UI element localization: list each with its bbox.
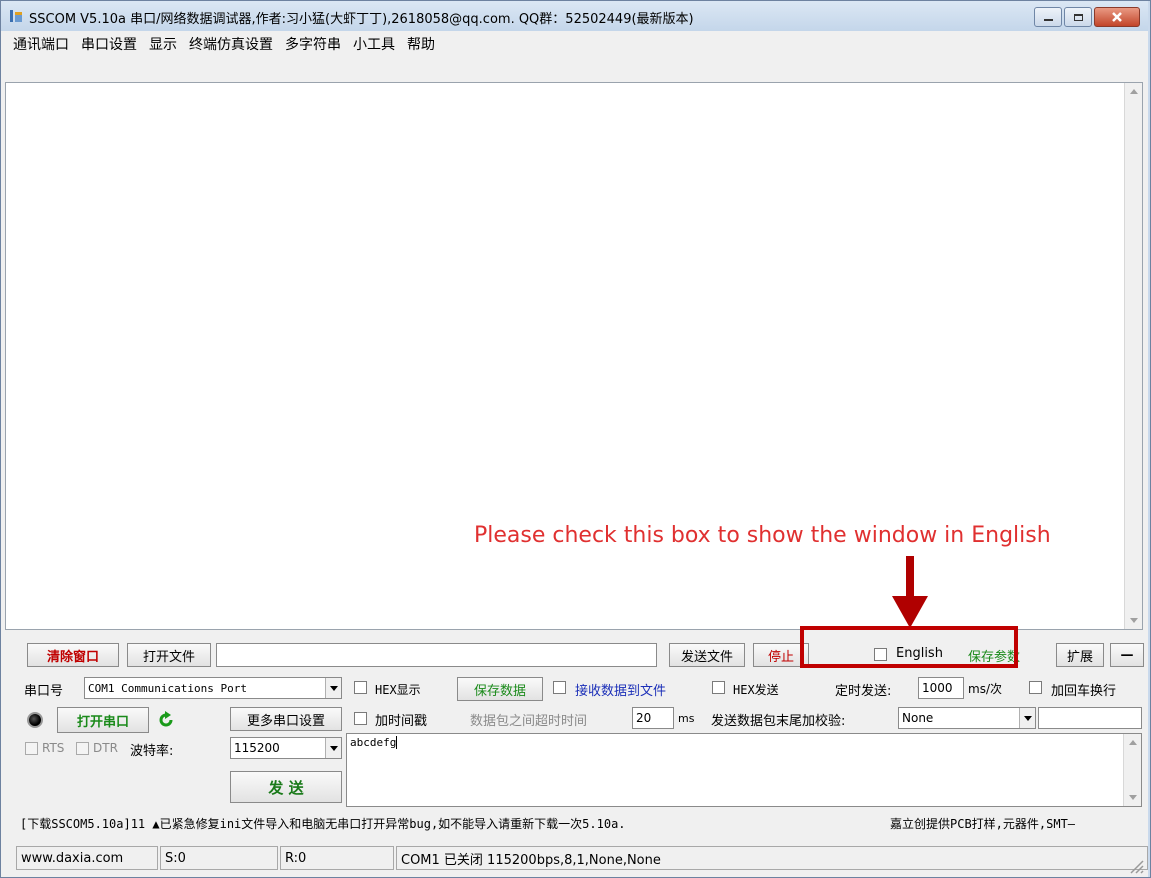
annotation-arrow-icon [892, 556, 928, 628]
maximize-button[interactable] [1064, 7, 1092, 27]
add-timestamp-checkbox[interactable] [354, 712, 367, 725]
chevron-down-icon[interactable] [325, 738, 341, 758]
port-select[interactable]: COM1 Communications Port [84, 677, 342, 699]
annotation-text: Please check this box to show the window… [474, 523, 1051, 548]
port-label: 串口号 [24, 684, 64, 699]
chevron-down-icon[interactable] [1019, 708, 1035, 728]
menu-help[interactable]: 帮助 [407, 34, 435, 54]
menu-display[interactable]: 显示 [149, 34, 177, 54]
timeout-unit-label: ms [678, 712, 695, 725]
packet-timeout-input[interactable]: 20 [632, 707, 674, 729]
menu-terminal-emulation[interactable]: 终端仿真设置 [189, 34, 273, 54]
open-file-button[interactable]: 打开文件 [127, 643, 211, 667]
annotation-highlight-box [800, 626, 1018, 668]
open-port-button[interactable]: 打开串口 [57, 707, 149, 733]
recv-to-file-label[interactable]: 接收数据到文件 [575, 680, 666, 699]
status-received-count: R:0 [280, 846, 394, 870]
text-cursor [396, 736, 398, 749]
window-title: SSCOM V5.10a 串口/网络数据调试器,作者:习小猛(大虾丁丁),261… [29, 12, 694, 27]
baud-label: 波特率: [130, 744, 174, 759]
hex-send-label: HEX发送 [733, 683, 779, 697]
collapse-button[interactable]: — [1110, 643, 1144, 667]
rts-label: RTS [42, 741, 65, 755]
checksum-select-value: None [902, 711, 934, 725]
checksum-label: 发送数据包末尾加校验: [711, 714, 846, 729]
title-bar[interactable]: SSCOM V5.10a 串口/网络数据调试器,作者:习小猛(大虾丁丁),261… [1, 1, 1148, 31]
baud-select[interactable]: 115200 [230, 737, 342, 759]
app-icon [9, 9, 23, 23]
scroll-down-icon[interactable] [1130, 618, 1138, 623]
menu-serial-settings[interactable]: 串口设置 [81, 34, 137, 54]
hex-display-checkbox[interactable] [354, 681, 367, 694]
append-newline-label: 加回车换行 [1051, 684, 1117, 699]
receive-scrollbar[interactable] [1124, 83, 1142, 629]
minimize-button[interactable] [1034, 7, 1062, 27]
rts-checkbox[interactable] [25, 742, 38, 755]
checksum-select[interactable]: None [898, 707, 1036, 729]
resize-grip-icon[interactable] [1128, 858, 1144, 874]
scroll-up-icon[interactable] [1129, 740, 1137, 745]
menu-bar: 通讯端口 串口设置 显示 终端仿真设置 多字符串 小工具 帮助 [1, 31, 1148, 56]
hex-send-checkbox[interactable] [712, 681, 725, 694]
send-file-button[interactable]: 发送文件 [669, 643, 745, 667]
clear-window-button[interactable]: 清除窗口 [27, 643, 119, 667]
menu-com-port[interactable]: 通讯端口 [13, 34, 69, 54]
maximize-icon [1073, 13, 1083, 21]
news-ticker-left[interactable]: [下载SSCOM5.10a]11 ▲已紧急修复ini文件导入和电脑无串口打开异常… [20, 815, 626, 832]
expand-button[interactable]: 扩展 [1056, 643, 1104, 667]
menu-tools[interactable]: 小工具 [353, 34, 395, 54]
port-select-value: COM1 Communications Port [88, 681, 247, 695]
dtr-label: DTR [93, 741, 118, 755]
dtr-checkbox[interactable] [76, 742, 89, 755]
timed-unit-label: ms/次 [968, 682, 1002, 696]
chevron-down-icon[interactable] [325, 678, 341, 698]
refresh-icon[interactable] [157, 711, 175, 729]
status-port-state: COM1 已关闭 115200bps,8,1,None,None [396, 846, 1148, 870]
minimize-icon [1043, 19, 1053, 21]
scroll-up-icon[interactable] [1130, 89, 1138, 94]
add-timestamp-label: 加时间戳 [375, 714, 428, 729]
hex-display-label: HEX显示 [375, 683, 421, 697]
checksum-extra-input[interactable] [1038, 707, 1142, 729]
status-site[interactable]: www.daxia.com [16, 846, 158, 870]
send-button[interactable]: 发 送 [230, 771, 342, 803]
packet-timeout-label: 数据包之间超时时间 [470, 714, 588, 729]
menu-multi-string[interactable]: 多字符串 [285, 34, 341, 54]
timed-interval-input[interactable]: 1000 [918, 677, 964, 699]
baud-select-value: 115200 [234, 741, 280, 755]
timed-send-label: 定时发送: [835, 684, 892, 699]
close-button[interactable] [1094, 7, 1140, 27]
send-text: abcdefg [350, 736, 397, 749]
more-serial-settings-button[interactable]: 更多串口设置 [230, 707, 342, 731]
scroll-down-icon[interactable] [1129, 795, 1137, 800]
send-scrollbar[interactable] [1123, 734, 1141, 806]
port-status-indicator-icon [27, 712, 43, 728]
send-textarea[interactable]: abcdefg [346, 733, 1142, 807]
save-data-button[interactable]: 保存数据 [457, 677, 543, 701]
recv-to-file-checkbox[interactable] [553, 681, 566, 694]
news-ticker-right[interactable]: 嘉立创提供PCB打样,元器件,SMT— [890, 815, 1148, 832]
append-newline-checkbox[interactable] [1029, 681, 1042, 694]
file-path-input[interactable] [216, 643, 657, 667]
status-sent-count: S:0 [160, 846, 278, 870]
close-icon [1112, 12, 1122, 22]
